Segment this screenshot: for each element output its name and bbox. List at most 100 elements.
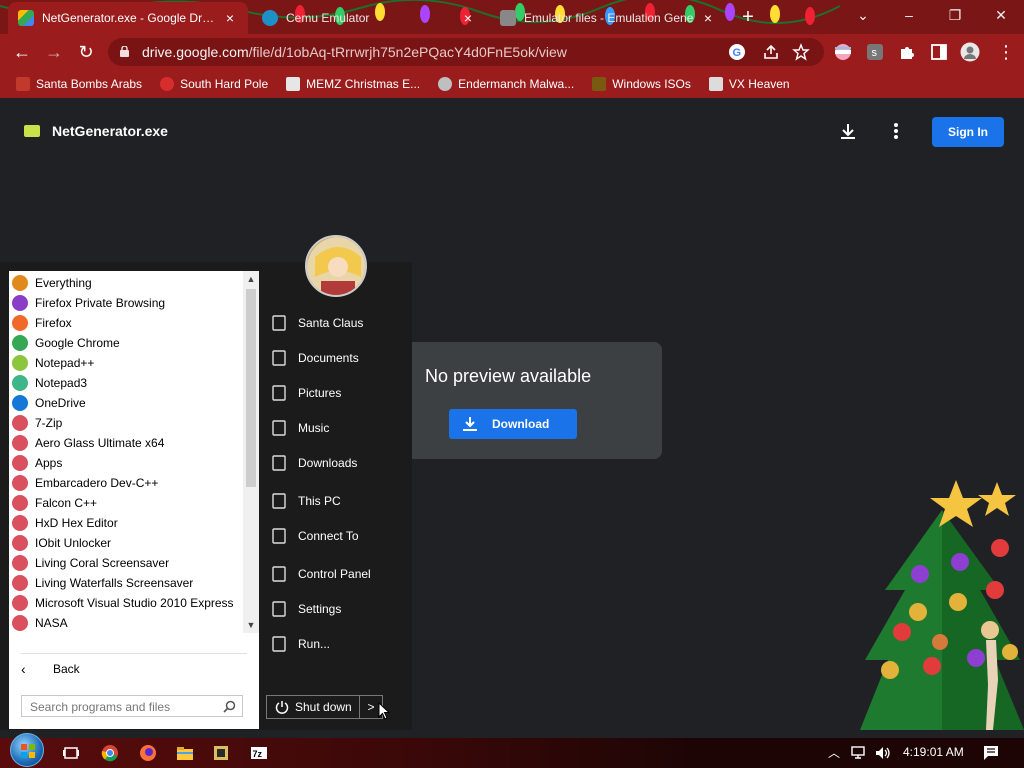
- program-item[interactable]: Firefox Private Browsing: [9, 293, 243, 313]
- program-item[interactable]: NASA: [9, 613, 243, 633]
- program-list-scrollbar[interactable]: ▲ ▼: [243, 271, 259, 633]
- back-arrow-icon[interactable]: ←: [10, 40, 34, 64]
- program-item[interactable]: Living Waterfalls Screensaver: [9, 573, 243, 593]
- bookmark-santa-bombs-arabs[interactable]: Santa Bombs Arabs: [16, 77, 142, 91]
- program-item[interactable]: Google Chrome: [9, 333, 243, 353]
- program-label: Notepad3: [35, 376, 88, 390]
- program-icon: [12, 375, 28, 391]
- program-label: Firefox: [35, 316, 72, 330]
- seven-zip-taskbar-icon[interactable]: 7z: [250, 744, 268, 762]
- start-item-connect-to[interactable]: Connect To: [270, 525, 400, 547]
- program-label: IObit Unlocker: [35, 536, 112, 550]
- more-options-icon[interactable]: [886, 121, 906, 141]
- volume-icon[interactable]: [874, 744, 892, 762]
- start-button[interactable]: [10, 733, 44, 767]
- mouse-cursor-icon: [378, 702, 390, 720]
- start-item-control-panel[interactable]: Control Panel: [270, 563, 400, 585]
- shut-down-button[interactable]: Shut down: [266, 695, 360, 719]
- action-center-icon[interactable]: [982, 744, 1000, 762]
- program-item[interactable]: Embarcadero Dev-C++: [9, 473, 243, 493]
- app-taskbar-icon[interactable]: [212, 744, 230, 762]
- s-extension-icon[interactable]: s: [866, 43, 884, 61]
- new-tab-button[interactable]: +: [738, 6, 758, 29]
- side-panel-icon[interactable]: [930, 43, 948, 61]
- download-button-label: Download: [492, 417, 550, 431]
- back-button[interactable]: ‹ Back: [21, 659, 247, 679]
- start-item-documents[interactable]: Documents: [270, 347, 400, 369]
- close-tab-icon[interactable]: ×: [700, 10, 716, 26]
- program-item[interactable]: Notepad3: [9, 373, 243, 393]
- file-explorer-taskbar-icon[interactable]: [176, 744, 194, 762]
- program-icon: [12, 315, 28, 331]
- bookmark-endermanch-malware[interactable]: Endermanch Malwa...: [438, 77, 574, 91]
- reload-icon[interactable]: ↻: [74, 40, 98, 64]
- taskbar-clock[interactable]: 4:19:01 AM: [903, 745, 964, 759]
- start-item-run[interactable]: Run...: [270, 633, 400, 655]
- program-label: Microsoft Visual Studio 2010 Express: [35, 596, 234, 610]
- task-view-icon[interactable]: [62, 744, 80, 762]
- extensions-puzzle-icon[interactable]: [898, 43, 916, 61]
- program-item[interactable]: Everything: [9, 273, 243, 293]
- tab-emulator-files[interactable]: Emulator files - Emulation Gene ×: [490, 2, 726, 34]
- program-item[interactable]: Notepad++: [9, 353, 243, 373]
- lock-icon: [120, 46, 129, 57]
- bookmark-favicon-icon: [592, 77, 607, 91]
- bookmark-windows-isos[interactable]: Windows ISOs: [592, 77, 691, 91]
- start-item-music[interactable]: Music: [270, 417, 400, 439]
- file-title: NetGenerator.exe: [52, 123, 168, 139]
- address-bar[interactable]: drive.google.com/file/d/1obAq-tRrrwrjh75…: [108, 38, 824, 66]
- user-avatar[interactable]: [305, 235, 367, 297]
- program-label: 7-Zip: [35, 416, 63, 430]
- network-icon[interactable]: [850, 744, 868, 762]
- forward-arrow-icon[interactable]: →: [42, 40, 66, 64]
- program-label: Aero Glass Ultimate x64: [35, 436, 165, 450]
- program-item[interactable]: Living Coral Screensaver: [9, 553, 243, 573]
- share-icon[interactable]: [762, 43, 780, 61]
- program-item[interactable]: IObit Unlocker: [9, 533, 243, 553]
- show-hidden-icons-chevron-icon[interactable]: ︿: [828, 744, 846, 760]
- profile-avatar-icon[interactable]: [960, 42, 980, 62]
- scroll-down-arrow-icon[interactable]: ▼: [243, 617, 259, 633]
- start-item-santa-claus[interactable]: Santa Claus: [270, 312, 400, 334]
- program-item[interactable]: HxD Hex Editor: [9, 513, 243, 533]
- program-item[interactable]: Firefox: [9, 313, 243, 333]
- program-item[interactable]: OneDrive: [9, 393, 243, 413]
- close-tab-icon[interactable]: ×: [222, 10, 238, 26]
- bookmark-star-icon[interactable]: [792, 43, 810, 61]
- chrome-taskbar-icon[interactable]: [101, 744, 119, 762]
- start-item-downloads[interactable]: Downloads: [270, 452, 400, 474]
- program-item[interactable]: Aero Glass Ultimate x64: [9, 433, 243, 453]
- program-item[interactable]: Falcon C++: [9, 493, 243, 513]
- program-item[interactable]: 7-Zip: [9, 413, 243, 433]
- menu-kebab-icon[interactable]: ⋮: [994, 40, 1018, 64]
- tab-title: Emulator files - Emulation Gene: [524, 11, 694, 25]
- tab-cemu[interactable]: Cemu Emulator ×: [252, 2, 486, 34]
- close-window-button[interactable]: ✕: [978, 0, 1024, 30]
- sign-in-button[interactable]: Sign In: [932, 117, 1004, 147]
- start-item-pictures[interactable]: Pictures: [270, 382, 400, 404]
- no-preview-message: No preview available: [425, 366, 592, 386]
- start-item-this-pc[interactable]: This PC: [270, 490, 400, 512]
- program-item[interactable]: Apps: [9, 453, 243, 473]
- program-item[interactable]: Microsoft Visual Studio 2010 Express: [9, 593, 243, 613]
- bookmark-vx-heaven[interactable]: VX Heaven: [708, 77, 790, 91]
- scroll-up-arrow-icon[interactable]: ▲: [243, 271, 259, 287]
- bookmark-memz-christmas[interactable]: MEMZ Christmas E...: [286, 77, 420, 91]
- bookmark-south-hard-pole[interactable]: South Hard Pole: [160, 77, 268, 91]
- tab-search-button[interactable]: ⌄: [840, 0, 886, 30]
- minimize-button[interactable]: –: [886, 0, 932, 30]
- start-search-input[interactable]: Search programs and files: [21, 695, 243, 717]
- download-button[interactable]: Download: [449, 409, 577, 439]
- restore-button[interactable]: ❐: [932, 0, 978, 30]
- flag-extension-icon[interactable]: [834, 43, 852, 61]
- scrollbar-thumb[interactable]: [246, 289, 256, 487]
- firefox-taskbar-icon[interactable]: [139, 744, 157, 762]
- tab-title: Cemu Emulator: [286, 11, 370, 25]
- start-item-settings[interactable]: Settings: [270, 598, 400, 620]
- back-label: Back: [53, 662, 80, 676]
- tab-netgenerator[interactable]: NetGenerator.exe - Google Drive ×: [8, 2, 248, 34]
- start-item-label: Downloads: [298, 456, 358, 470]
- close-tab-icon[interactable]: ×: [460, 10, 476, 26]
- google-lens-icon[interactable]: G: [728, 43, 746, 61]
- download-icon[interactable]: [838, 121, 858, 141]
